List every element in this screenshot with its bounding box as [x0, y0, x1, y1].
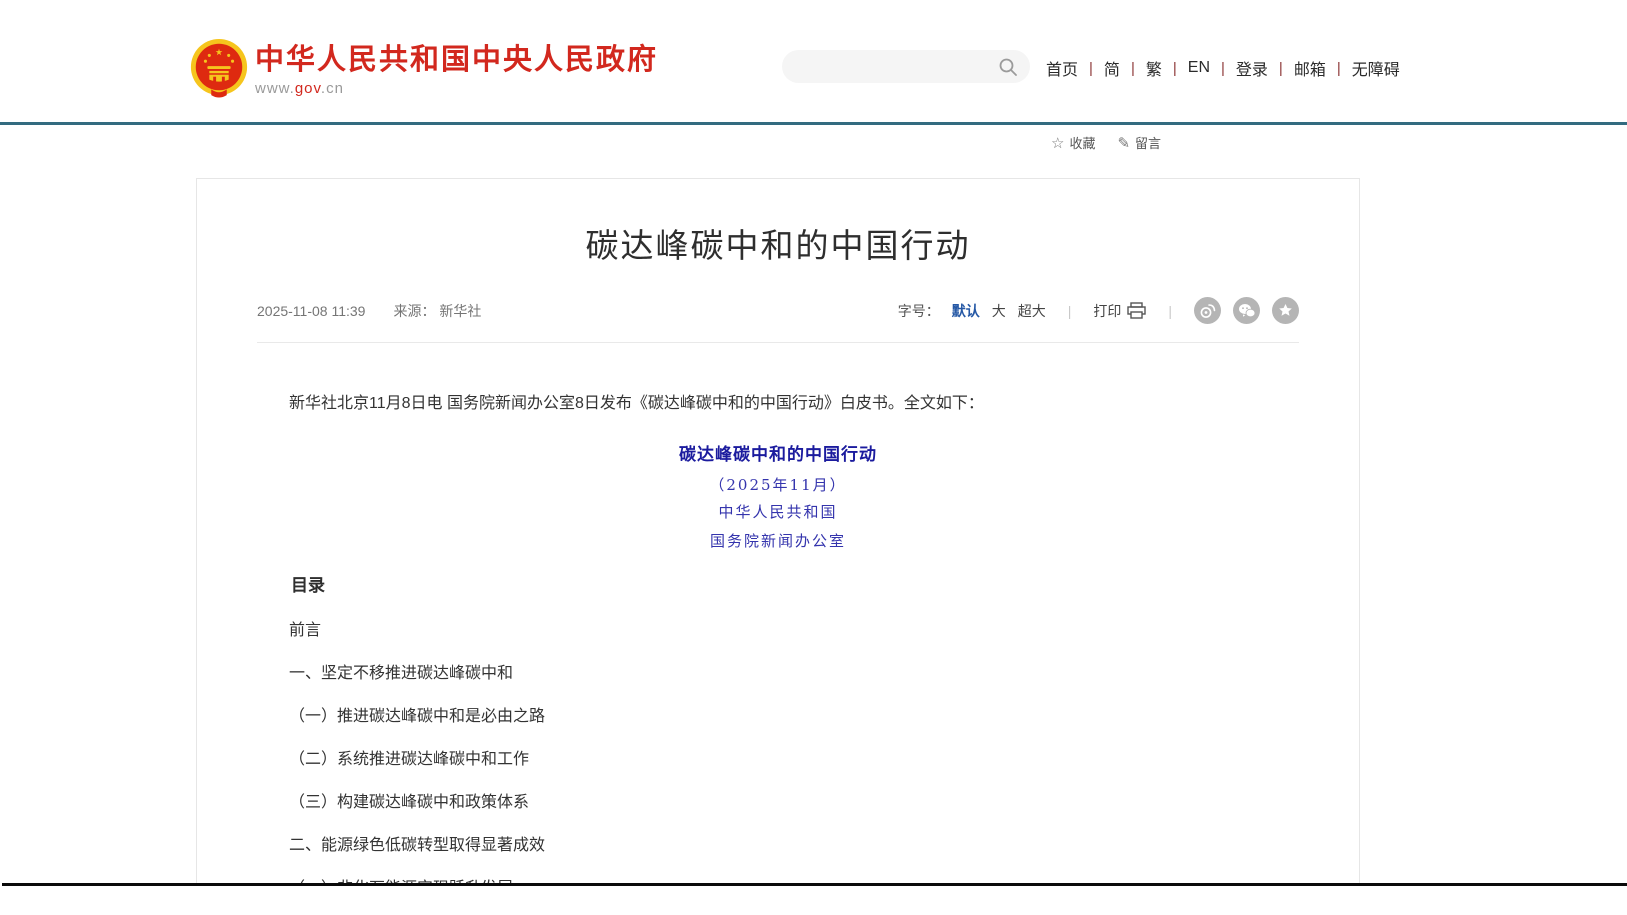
favorite-label: 收藏: [1069, 133, 1095, 152]
share-qzone-button[interactable]: [1272, 297, 1299, 324]
nav-item-mail[interactable]: 邮箱: [1292, 56, 1328, 80]
comment-button[interactable]: ✎ 留言: [1117, 133, 1161, 152]
nav-separator: |: [1131, 60, 1135, 77]
toc-item: （二）系统推进碳达峰碳中和工作: [257, 749, 1299, 770]
document-org-line1: 中华人民共和国: [257, 502, 1299, 523]
nav-item-english[interactable]: EN: [1186, 59, 1212, 77]
star-share-icon: [1277, 302, 1294, 319]
share-weibo-button[interactable]: [1194, 297, 1221, 324]
search-icon[interactable]: [998, 57, 1018, 77]
star-icon: ☆: [1051, 134, 1064, 152]
font-size-large-button[interactable]: 大: [992, 301, 1006, 321]
publish-date: 2025-11-08 11:39: [257, 303, 365, 319]
source-label: 来源：: [393, 303, 435, 319]
toc-heading: 目录: [257, 574, 1299, 598]
top-nav: 首页 | 简 | 繁 | EN | 登录 | 邮箱 | 无障碍: [1044, 56, 1402, 80]
document-date: （2025年11月）: [257, 475, 1299, 496]
wechat-icon: [1238, 303, 1256, 319]
search-box: [782, 50, 1030, 83]
national-emblem-logo[interactable]: [188, 37, 250, 99]
url-suffix: .cn: [321, 80, 344, 97]
comment-label: 留言: [1135, 133, 1161, 152]
meta-separator: |: [1068, 303, 1072, 319]
toc-item: （三）构建碳达峰碳中和政策体系: [257, 792, 1299, 813]
nav-separator: |: [1089, 60, 1093, 77]
weibo-icon: [1199, 302, 1216, 319]
header-divider: [0, 122, 1627, 125]
article-card: 碳达峰碳中和的中国行动 2025-11-08 11:39 来源： 新华社 字号：…: [196, 178, 1360, 883]
print-label: 打印: [1093, 301, 1121, 321]
site-url: www.gov.cn: [255, 80, 658, 97]
favorite-button[interactable]: ☆ 收藏: [1051, 133, 1095, 152]
toc-item: 前言: [257, 620, 1299, 641]
article-title: 碳达峰碳中和的中国行动: [257, 223, 1299, 269]
url-prefix: www.: [255, 80, 295, 97]
meta-separator: |: [1168, 303, 1172, 319]
nav-item-home[interactable]: 首页: [1044, 56, 1080, 80]
toc-item: （一）推进碳达峰碳中和是必由之路: [257, 706, 1299, 727]
national-emblem-icon: [188, 37, 250, 99]
page: 中华人民共和国中央人民政府 www.gov.cn 首页 | 简 | 繁 | EN | 登…: [0, 0, 1627, 915]
font-size-default-button[interactable]: 默认: [952, 301, 980, 321]
font-size-label: 字号：: [898, 301, 940, 321]
nav-separator: |: [1221, 60, 1225, 77]
meta-right: 字号： 默认 大 超大 | 打印 |: [898, 297, 1299, 324]
url-gov: gov: [295, 80, 321, 97]
viewport-bottom-edge: [2, 883, 1627, 886]
page-actions: ☆ 收藏 ✎ 留言: [1051, 133, 1161, 152]
nav-separator: |: [1279, 60, 1283, 77]
site-title: 中华人民共和国中央人民政府: [255, 44, 658, 76]
meta-divider: [257, 342, 1299, 343]
print-button[interactable]: 打印: [1093, 301, 1146, 321]
source-value[interactable]: 新华社: [439, 303, 481, 319]
share-wechat-button[interactable]: [1233, 297, 1260, 324]
printer-icon: [1127, 302, 1146, 319]
lead-paragraph: 新华社北京11月8日电 国务院新闻办公室8日发布《碳达峰碳中和的中国行动》白皮书…: [257, 393, 1299, 415]
nav-item-accessibility[interactable]: 无障碍: [1350, 56, 1402, 80]
nav-separator: |: [1173, 60, 1177, 77]
site-header: 中华人民共和国中央人民政府 www.gov.cn 首页 | 简 | 繁 | EN | 登…: [0, 0, 1627, 122]
source: 来源： 新华社: [393, 301, 481, 321]
article-meta: 2025-11-08 11:39 来源： 新华社 字号： 默认 大 超大 | 打…: [257, 297, 1299, 324]
nav-separator: |: [1337, 60, 1341, 77]
nav-item-simplified[interactable]: 简: [1102, 56, 1122, 80]
toc-item: 二、能源绿色低碳转型取得显著成效: [257, 835, 1299, 856]
pencil-icon: ✎: [1117, 134, 1130, 152]
toc-item: 一、坚定不移推进碳达峰碳中和: [257, 663, 1299, 684]
site-brand: 中华人民共和国中央人民政府 www.gov.cn: [255, 44, 658, 97]
document-org-line2: 国务院新闻办公室: [257, 531, 1299, 552]
nav-item-traditional[interactable]: 繁: [1144, 56, 1164, 80]
meta-left: 2025-11-08 11:39 来源： 新华社: [257, 301, 481, 321]
nav-item-login[interactable]: 登录: [1234, 56, 1270, 80]
search-input[interactable]: [782, 50, 998, 83]
font-size-xlarge-button[interactable]: 超大: [1018, 301, 1046, 321]
document-title: 碳达峰碳中和的中国行动: [257, 443, 1299, 467]
